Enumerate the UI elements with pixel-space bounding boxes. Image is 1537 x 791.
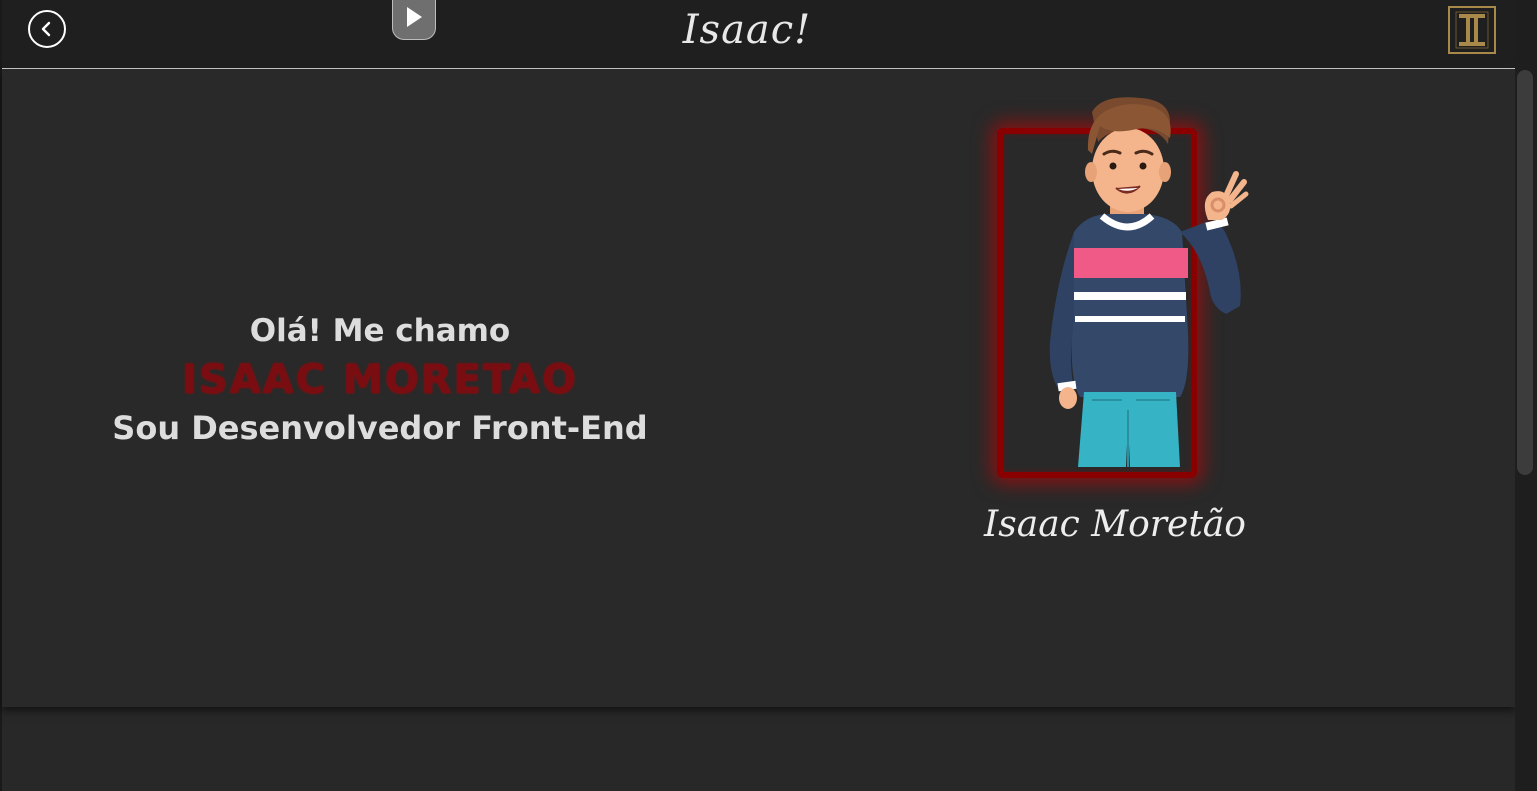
logo-monogram-icon [1455,11,1489,49]
back-button[interactable] [28,10,66,48]
brand-title[interactable]: Isaac! [602,4,892,56]
signature-name: Isaac Moretão [984,504,1246,545]
music-play-button[interactable] [392,0,436,40]
chevron-left-icon [41,21,51,37]
site-logo[interactable] [1448,6,1496,54]
greeting-text: Olá! Me chamo [249,313,511,349]
hero-name: ISAAC MORETAO [182,357,578,403]
scrollbar-thumb[interactable] [1517,70,1533,475]
top-navbar: Isaac! [2,0,1515,69]
portfolio-page: Isaac! Olá! Me chamo ISAAC MORETAO Sou D… [0,0,1537,791]
play-icon [407,6,422,27]
intro-block: Olá! Me chamo ISAAC MORETAO Sou Desenvol… [80,308,680,450]
role-text: Sou Desenvolvedor Front-End [112,409,648,447]
waving-man-illustration [1049,97,1249,467]
